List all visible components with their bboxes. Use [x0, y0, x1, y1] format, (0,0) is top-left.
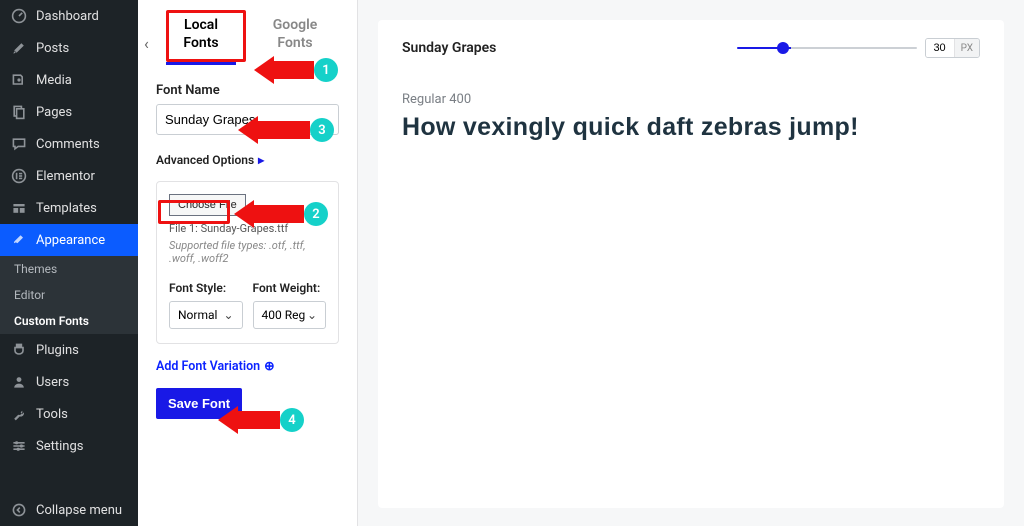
sidebar-item-label: Media: [36, 73, 72, 88]
sidebar-item-appearance[interactable]: Appearance: [0, 224, 138, 256]
pages-icon: [10, 103, 28, 121]
sidebar-sub-custom-fonts[interactable]: Custom Fonts: [0, 308, 138, 334]
add-font-variation-label: Add Font Variation: [156, 359, 260, 374]
sidebar-item-label: Comments: [36, 137, 100, 152]
save-font-button[interactable]: Save Font: [156, 388, 242, 419]
sidebar-collapse[interactable]: Collapse menu: [0, 494, 138, 526]
preview-font-title: Sunday Grapes: [402, 40, 496, 56]
sidebar-item-elementor[interactable]: Elementor: [0, 160, 138, 192]
user-icon: [10, 373, 28, 391]
sidebar-item-label: Appearance: [36, 233, 105, 248]
font-weight-label: Font Weight:: [253, 281, 327, 295]
font-source-tabs: Local Fonts Google Fonts: [166, 10, 339, 65]
sidebar-item-label: Templates: [36, 201, 97, 216]
font-style-value: Normal: [178, 308, 217, 322]
font-preview-pane: Sunday Grapes PX Regular 400 How vexingl…: [358, 0, 1024, 526]
choose-file-button[interactable]: Choose File: [169, 194, 246, 216]
plug-icon: [10, 341, 28, 359]
sidebar-item-label: Tools: [36, 407, 68, 422]
sidebar-item-posts[interactable]: Posts: [0, 32, 138, 64]
font-size-box: PX: [925, 38, 980, 58]
preview-variant-label: Regular 400: [402, 92, 980, 107]
back-button[interactable]: ‹: [144, 34, 149, 53]
font-weight-select[interactable]: 400 Reg: [253, 301, 327, 329]
supported-types-text: Supported file types: .otf, .ttf, .woff,…: [169, 239, 326, 265]
sidebar-item-plugins[interactable]: Plugins: [0, 334, 138, 366]
sidebar-item-templates[interactable]: Templates: [0, 192, 138, 224]
sidebar-item-label: Elementor: [36, 169, 95, 184]
sidebar-item-label: Collapse menu: [36, 503, 122, 518]
font-weight-value: 400 Reg: [262, 308, 306, 322]
preview-size-control: PX: [737, 38, 980, 58]
tab-google-fonts[interactable]: Google Fonts: [260, 10, 330, 65]
sidebar-item-label: Plugins: [36, 343, 79, 358]
font-size-unit: PX: [954, 39, 979, 57]
sidebar-sub-themes[interactable]: Themes: [0, 256, 138, 282]
sidebar-item-label: Posts: [36, 41, 69, 56]
sidebar-item-dashboard[interactable]: Dashboard: [0, 0, 138, 32]
sliders-icon: [10, 437, 28, 455]
sidebar-item-label: Settings: [36, 439, 83, 454]
dashboard-icon: [10, 7, 28, 25]
font-size-slider[interactable]: [737, 47, 917, 49]
advanced-options-label: Advanced Options: [156, 153, 254, 167]
font-settings-panel: ‹ Local Fonts Google Fonts Font Name Adv…: [138, 0, 358, 526]
add-font-variation-link[interactable]: Add Font Variation: [156, 358, 339, 374]
sidebar-sub-editor[interactable]: Editor: [0, 282, 138, 308]
font-style-label: Font Style:: [169, 281, 243, 295]
sidebar-item-label: Pages: [36, 105, 72, 120]
tab-local-fonts[interactable]: Local Fonts: [166, 10, 236, 65]
font-preview-card: Sunday Grapes PX Regular 400 How vexingl…: [378, 20, 1004, 508]
pin-icon: [10, 39, 28, 57]
templates-icon: [10, 199, 28, 217]
wp-admin-sidebar: Dashboard Posts Media Pages Comments Ele…: [0, 0, 138, 526]
sidebar-item-label: Users: [36, 375, 69, 390]
sidebar-item-label: Dashboard: [36, 9, 99, 24]
preview-sample-text: How vexingly quick daft zebras jump!: [402, 113, 980, 142]
selected-file-name: File 1: Sunday-Grapes.ttf: [169, 222, 326, 235]
font-style-select[interactable]: Normal: [169, 301, 243, 329]
elementor-icon: [10, 167, 28, 185]
font-size-input[interactable]: [926, 39, 954, 57]
sidebar-item-pages[interactable]: Pages: [0, 96, 138, 128]
sidebar-item-users[interactable]: Users: [0, 366, 138, 398]
advanced-options-toggle[interactable]: Advanced Options: [156, 153, 339, 167]
collapse-icon: [10, 501, 28, 519]
font-name-input[interactable]: [156, 104, 339, 135]
sidebar-item-media[interactable]: Media: [0, 64, 138, 96]
font-upload-card: Choose File File 1: Sunday-Grapes.ttf Su…: [156, 181, 339, 344]
font-name-label: Font Name: [156, 83, 339, 98]
sidebar-item-comments[interactable]: Comments: [0, 128, 138, 160]
comments-icon: [10, 135, 28, 153]
sidebar-item-tools[interactable]: Tools: [0, 398, 138, 430]
brush-icon: [10, 231, 28, 249]
sidebar-item-settings[interactable]: Settings: [0, 430, 138, 462]
wrench-icon: [10, 405, 28, 423]
media-icon: [10, 71, 28, 89]
